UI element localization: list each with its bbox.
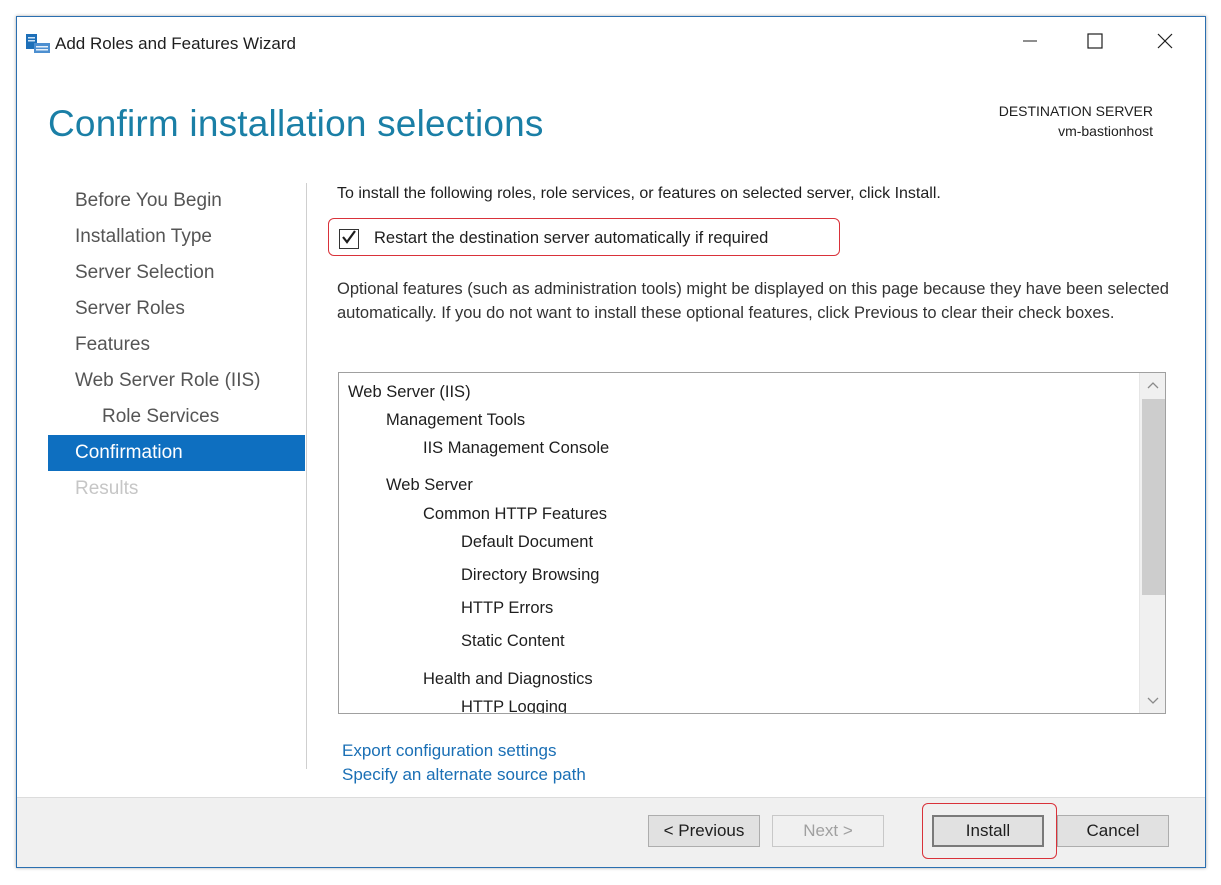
wizard-window: Add Roles and Features Wizard Confirm in…	[16, 16, 1206, 868]
list-item: HTTP Errors	[461, 599, 554, 617]
features-list[interactable]: Web Server (IIS) Management Tools IIS Ma…	[338, 372, 1166, 714]
list-item: Static Content	[461, 632, 565, 650]
restart-checkbox[interactable]	[339, 229, 359, 249]
cancel-button[interactable]: Cancel	[1057, 815, 1169, 847]
intro-text: To install the following roles, role ser…	[337, 185, 941, 202]
nav-item-web-server-role[interactable]: Web Server Role (IIS)	[48, 363, 305, 399]
install-button[interactable]: Install	[932, 815, 1044, 847]
list-item: Directory Browsing	[461, 566, 600, 584]
nav-item-server-selection[interactable]: Server Selection	[48, 255, 305, 291]
next-button: Next >	[772, 815, 884, 847]
chevron-down-icon	[1147, 692, 1159, 710]
list-item: Common HTTP Features	[423, 505, 607, 523]
nav-item-results: Results	[75, 478, 139, 499]
optional-features-note: Optional features (such as administratio…	[337, 280, 1169, 322]
window-title: Add Roles and Features Wizard	[55, 34, 296, 53]
restart-checkbox-label[interactable]: Restart the destination server automatic…	[374, 229, 768, 248]
list-item: HTTP Logging	[461, 698, 568, 714]
list-item: IIS Management Console	[423, 439, 610, 457]
list-item: Web Server	[386, 476, 473, 494]
close-button[interactable]	[1142, 29, 1188, 57]
minimize-button[interactable]	[1007, 29, 1053, 57]
nav-item-server-roles[interactable]: Server Roles	[48, 291, 305, 327]
scroll-down-button[interactable]	[1140, 689, 1165, 713]
features-scrollbar[interactable]	[1139, 373, 1165, 713]
maximize-icon	[1087, 32, 1103, 54]
scroll-thumb[interactable]	[1142, 399, 1165, 595]
chevron-up-icon	[1147, 376, 1159, 394]
minimize-icon	[1023, 34, 1037, 53]
list-item: Health and Diagnostics	[423, 670, 593, 688]
wizard-footer: < Previous Next > Install Cancel	[17, 797, 1205, 867]
nav-item-role-services[interactable]: Role Services	[48, 399, 305, 435]
checkmark-icon	[341, 229, 357, 250]
list-item: Default Document	[461, 533, 594, 551]
export-configuration-link[interactable]: Export configuration settings	[342, 741, 557, 761]
title-bar[interactable]: Add Roles and Features Wizard	[17, 17, 1205, 73]
nav-item-confirmation[interactable]: Confirmation	[48, 435, 305, 471]
server-manager-icon	[25, 33, 51, 55]
nav-item-features[interactable]: Features	[48, 327, 305, 363]
nav-item-installation-type[interactable]: Installation Type	[48, 219, 305, 255]
previous-button[interactable]: < Previous	[648, 815, 760, 847]
maximize-button[interactable]	[1072, 29, 1118, 57]
close-icon	[1157, 33, 1173, 54]
nav-item-before-you-begin[interactable]: Before You Begin	[48, 183, 305, 219]
nav-divider	[306, 183, 307, 769]
wizard-nav: Before You Begin Installation Type Serve…	[48, 183, 305, 507]
destination-server-label: DESTINATION SERVER	[998, 103, 1153, 119]
list-item: Management Tools	[386, 411, 526, 429]
destination-server-value: vm-bastionhost	[1058, 123, 1153, 139]
list-item: Web Server (IIS)	[348, 383, 471, 401]
scroll-up-button[interactable]	[1140, 373, 1165, 397]
page-title: Confirm installation selections	[48, 103, 544, 144]
alternate-source-path-link[interactable]: Specify an alternate source path	[342, 765, 586, 785]
